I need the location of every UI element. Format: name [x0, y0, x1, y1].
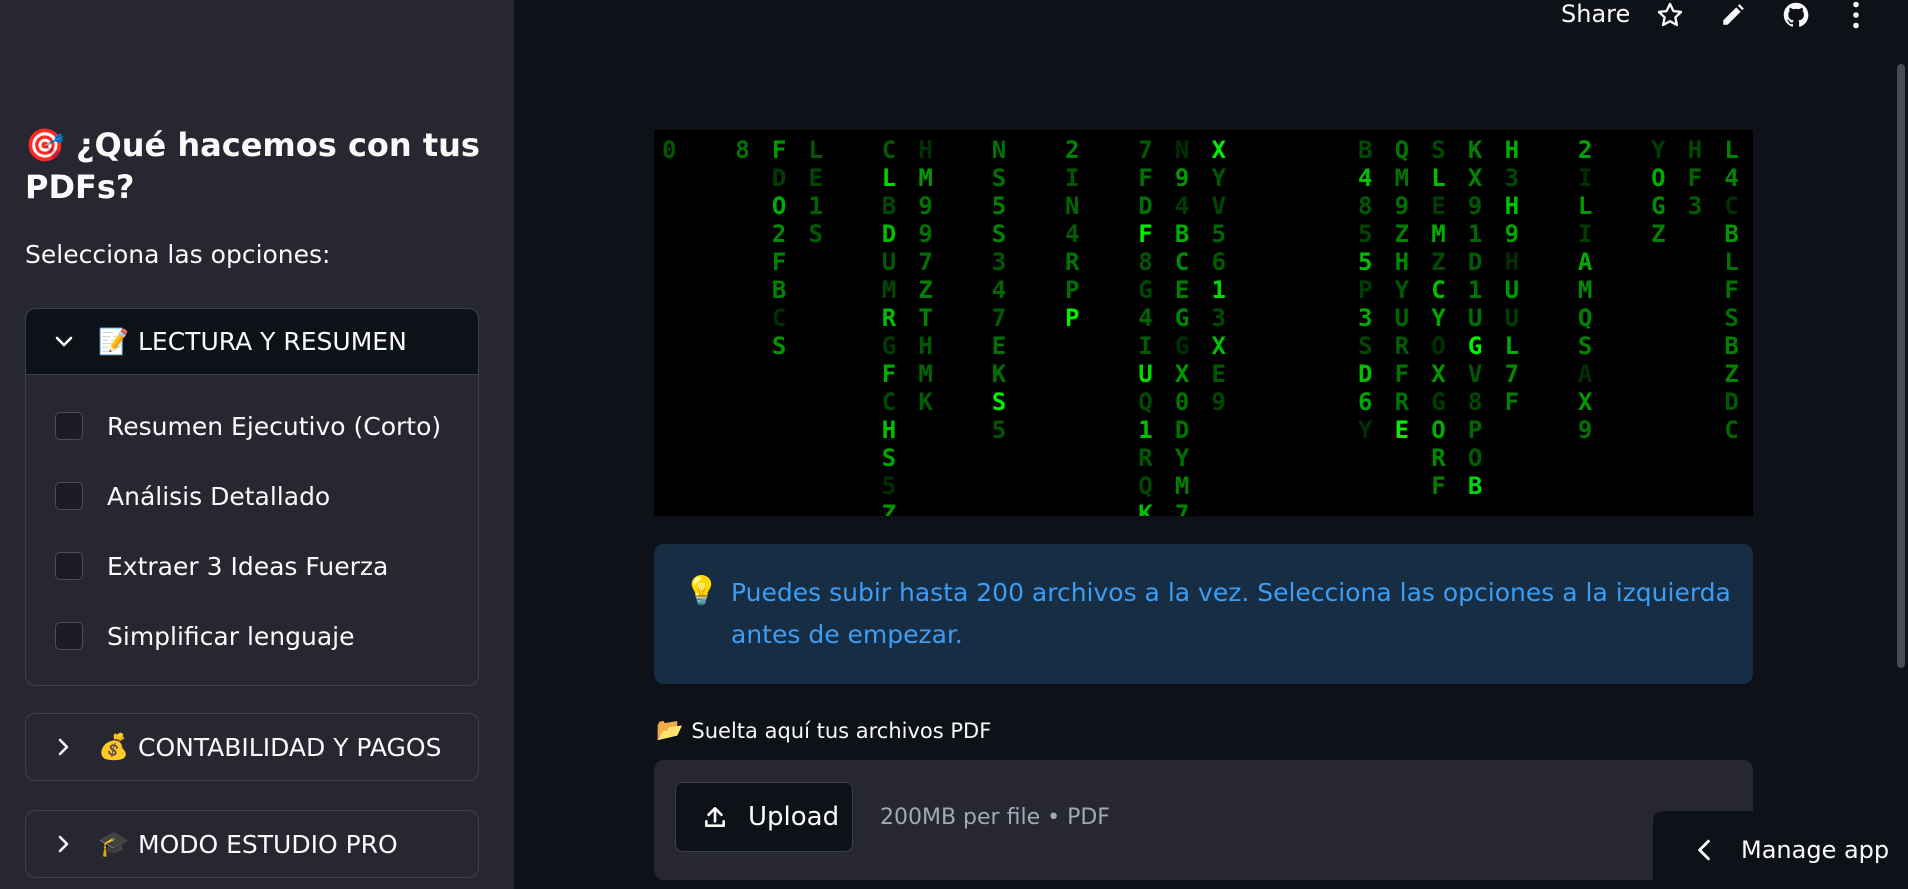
expander-header-lectura-resumen[interactable]: 📝 LECTURA Y RESUMEN — [26, 309, 478, 375]
matrix-column: YOGZ — [1651, 136, 1666, 248]
checkbox-box[interactable] — [55, 412, 83, 440]
upload-icon — [705, 807, 725, 827]
sidebar-title-text: ¿Qué hacemos con tus PDFs? — [25, 126, 480, 206]
matrix-column: FDO2FBCS — [771, 136, 787, 360]
matrix-column: LE1S — [808, 136, 823, 248]
uploader-label: 📂 Suelta aquí tus archivos PDF — [656, 718, 991, 743]
expander-header-modo-estudio[interactable]: 🎓 MODO ESTUDIO PRO — [26, 811, 478, 877]
uploader-label-text: Suelta aquí tus archivos PDF — [691, 718, 992, 743]
target-emoji-icon: 🎯 — [25, 126, 65, 164]
edit-icon[interactable] — [1718, 0, 1748, 30]
sidebar-subtitle: Selecciona las opciones: — [25, 240, 331, 269]
sidebar: 🎯 ¿Qué hacemos con tus PDFs? Selecciona … — [0, 0, 514, 889]
checkbox-label: Simplificar lenguaje — [107, 621, 355, 651]
checkbox-label: Resumen Ejecutivo (Corto) — [107, 411, 442, 441]
money-bag-emoji-icon: 💰 — [98, 732, 130, 761]
matrix-column: XYV5613XE9 — [1211, 136, 1226, 416]
matrix-column: N94BCEGGX0DYM7 — [1174, 136, 1190, 516]
manage-app-label: Manage app — [1741, 836, 1890, 864]
expander-contabilidad-pagos: 💰 CONTABILIDAD Y PAGOS — [25, 713, 479, 781]
expander-label: LECTURA Y RESUMEN — [138, 327, 407, 356]
memo-emoji-icon: 📝 — [98, 326, 130, 356]
expander-label: MODO ESTUDIO PRO — [138, 829, 398, 859]
matrix-column: KX91D1UGV8POB — [1467, 136, 1483, 500]
matrix-column: NS5S347EKS5 — [991, 136, 1007, 444]
file-dropzone[interactable]: Upload 200MB per file • PDF — [654, 760, 1753, 880]
info-alert: 💡 Puedes subir hasta 200 archivos a la v… — [654, 544, 1753, 684]
checkbox-label: Extraer 3 Ideas Fuerza — [107, 551, 389, 581]
matrix-banner-image: 0 8 FDO2FBCS LE1S CLBDUMRGFCHS5ZA HM997ZTHMK N… — [654, 130, 1753, 516]
matrix-column: B4855P3SD6Y — [1358, 136, 1373, 444]
matrix-column: CLBDUMRGFCHS5ZA — [881, 136, 897, 516]
checkbox-simplificar-lenguaje[interactable]: Simplificar lenguaje — [26, 601, 478, 671]
matrix-column: L4CBLFSBZDC — [1724, 136, 1739, 444]
matrix-column: 0 — [662, 136, 677, 164]
matrix-column: HM997ZTHMK — [918, 136, 933, 416]
expander-label: CONTABILIDAD Y PAGOS — [138, 732, 442, 762]
chevron-down-icon — [52, 330, 76, 354]
matrix-column: 8 — [735, 136, 750, 164]
more-vertical-icon[interactable] — [1841, 0, 1871, 30]
checkbox-resumen-ejecutivo[interactable]: Resumen Ejecutivo (Corto) — [26, 391, 478, 461]
checkbox-box[interactable] — [55, 552, 83, 580]
folder-icon: 📂 — [656, 718, 684, 743]
checkbox-extraer-ideas[interactable]: Extraer 3 Ideas Fuerza — [26, 531, 478, 601]
github-icon[interactable] — [1781, 0, 1811, 30]
share-button[interactable]: Share — [1561, 0, 1630, 28]
expander-body: Resumen Ejecutivo (Corto) Análisis Detal… — [26, 375, 478, 681]
checkbox-box[interactable] — [55, 482, 83, 510]
matrix-column: QM9ZHYURFRE — [1394, 136, 1410, 444]
matrix-column: HF3 — [1687, 136, 1703, 220]
upload-hint: 200MB per file • PDF — [880, 805, 1110, 830]
checkbox-box[interactable] — [55, 622, 83, 650]
manage-app-button[interactable]: Manage app — [1653, 811, 1908, 889]
graduation-cap-emoji-icon: 🎓 — [98, 829, 130, 858]
matrix-column: SLEMZCYOXGORF — [1431, 136, 1446, 500]
expander-header-contabilidad-pagos[interactable]: 💰 CONTABILIDAD Y PAGOS — [26, 714, 478, 780]
matrix-column: 7FDF8G4IUQ1RQKZ — [1138, 136, 1153, 516]
upload-button[interactable]: Upload — [675, 782, 853, 852]
matrix-column: 2IN4RPP — [1064, 136, 1080, 332]
expander-lectura-resumen: 📝 LECTURA Y RESUMEN Resumen Ejecutivo (C… — [25, 308, 479, 686]
matrix-column: 2ILIAMQSAX9 — [1577, 136, 1593, 444]
lightbulb-icon: 💡 — [684, 574, 719, 607]
checkbox-analisis-detallado[interactable]: Análisis Detallado — [26, 461, 478, 531]
info-text: Puedes subir hasta 200 archivos a la vez… — [731, 578, 1731, 649]
main-scrollbar[interactable] — [1897, 64, 1905, 668]
star-icon[interactable] — [1655, 0, 1685, 30]
chevron-left-icon — [1698, 839, 1710, 861]
chevron-right-icon — [52, 832, 76, 856]
chevron-right-icon — [52, 735, 76, 759]
upload-button-label: Upload — [748, 802, 840, 832]
expander-modo-estudio: 🎓 MODO ESTUDIO PRO — [25, 810, 479, 878]
sidebar-title: 🎯 ¿Qué hacemos con tus PDFs? — [25, 124, 485, 208]
matrix-column: H3H9HUUL7F — [1504, 136, 1520, 416]
checkbox-label: Análisis Detallado — [107, 481, 331, 511]
